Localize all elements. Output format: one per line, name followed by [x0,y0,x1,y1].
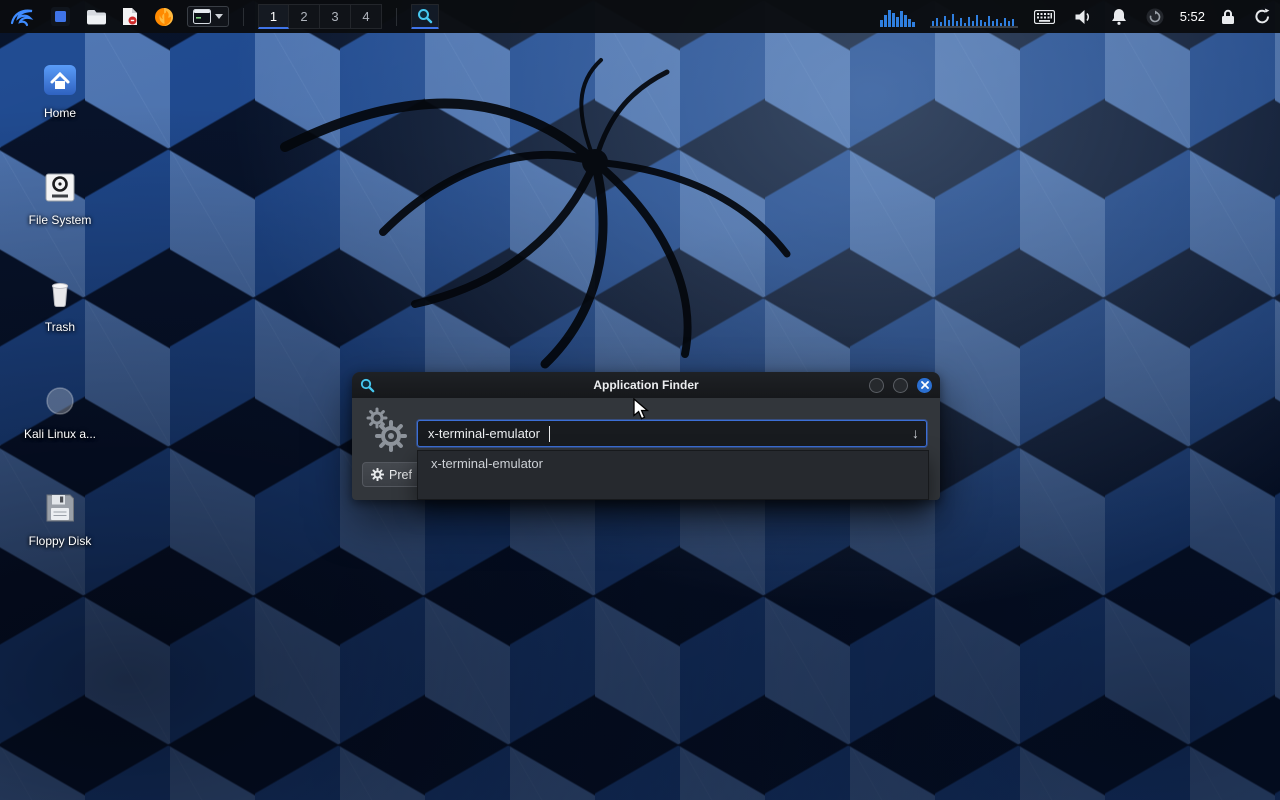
kali-ghost-icon [12,379,108,423]
panel-status-area: 5:52 [879,6,1274,28]
desktop-icon-trash[interactable]: Trash [12,272,108,334]
desktop-icon-file-system[interactable]: File System [12,165,108,227]
completion-item[interactable]: x-terminal-emulator [418,451,928,475]
preferences-gears-icon [364,406,410,457]
volume-icon[interactable] [1071,7,1095,27]
desktop-icon-label: Home [12,106,108,120]
kali-menu-icon[interactable] [6,3,38,31]
close-icon [921,381,929,389]
status-circle-icon[interactable] [1143,6,1167,28]
home-icon [12,58,108,102]
top-panel: 1 2 3 4 [0,0,1280,33]
desktop-icon-label: File System [12,213,108,227]
magnifier-icon [417,8,433,24]
workspace-1[interactable]: 1 [258,4,289,29]
firefox-icon[interactable] [151,5,177,29]
gear-icon [371,468,384,481]
desktop-icon-label: Floppy Disk [12,534,108,548]
titlebar[interactable]: Application Finder [352,372,940,398]
search-input[interactable]: x-terminal-emulator ↓ [417,420,927,447]
maximize-button[interactable] [893,378,908,393]
panel-launchers: 1 2 3 4 [6,3,439,31]
finder-body: x-terminal-emulator ↓ Pref x-ter [352,398,940,500]
trash-icon [12,272,108,316]
cpu-graph[interactable] [930,6,1018,28]
clock[interactable]: 5:52 [1180,9,1205,24]
chevron-down-icon [215,14,223,19]
keyboard-icon[interactable] [1031,8,1058,26]
application-finder-window: Application Finder [352,372,940,500]
desktop-icon-label: Kali Linux a... [12,427,108,441]
drive-icon [12,165,108,209]
lock-icon[interactable] [1218,7,1238,27]
desktop-icon-kali-docs[interactable]: Kali Linux a... [12,379,108,441]
files-app-icon[interactable] [48,5,73,28]
panel-separator [396,8,397,26]
bell-icon[interactable] [1108,6,1130,27]
application-finder-icon [360,378,375,393]
minimize-button[interactable] [869,378,884,393]
audio-spectrum[interactable] [879,6,917,28]
close-button[interactable] [917,378,932,393]
workspace-2[interactable]: 2 [289,4,320,29]
dropdown-arrow-icon[interactable]: ↓ [912,425,919,441]
panel-separator [243,8,244,26]
file-manager-icon[interactable] [83,7,109,27]
terminal-icon [193,9,211,24]
desktop-icon-label: Trash [12,320,108,334]
desktop-icon-home[interactable]: Home [12,58,108,120]
workspace-4[interactable]: 4 [351,4,382,29]
workspace-switcher: 1 2 3 4 [258,4,382,29]
text-editor-icon[interactable] [119,5,141,28]
terminal-launcher[interactable] [187,6,229,27]
workspace-3[interactable]: 3 [320,4,351,29]
floppy-icon [12,486,108,530]
desktop: 1 2 3 4 [0,0,1280,800]
taskbar-application-finder[interactable] [411,4,439,29]
preferences-button[interactable]: Pref [362,462,425,487]
desktop-icon-floppy[interactable]: Floppy Disk [12,486,108,548]
window-title: Application Finder [352,378,940,392]
text-caret [549,426,551,442]
search-input-value: x-terminal-emulator [428,426,540,441]
session-refresh-icon[interactable] [1251,6,1274,27]
completion-dropdown: x-terminal-emulator [417,450,929,500]
preferences-label: Pref [389,468,412,482]
